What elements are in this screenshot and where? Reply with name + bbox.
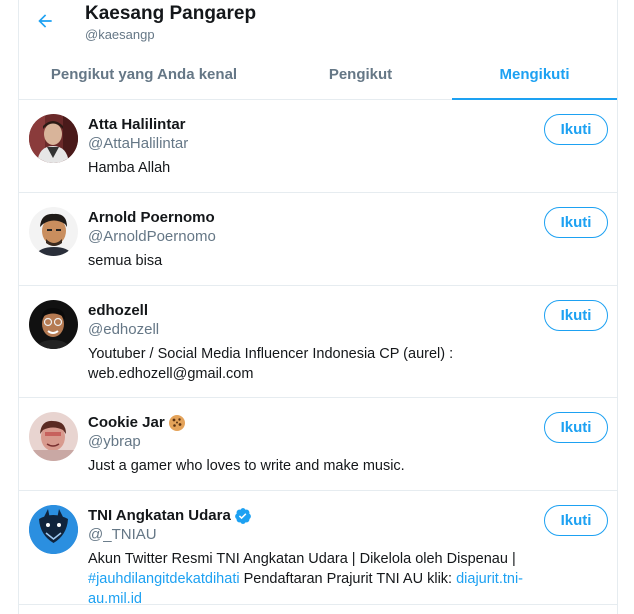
user-name[interactable]: Atta Halilintar	[88, 115, 186, 134]
follow-button[interactable]: Ikuti	[544, 412, 608, 443]
user-handle[interactable]: @_TNIAU	[88, 525, 537, 544]
user-handle[interactable]: @ArnoldPoernomo	[88, 227, 537, 246]
user-handle[interactable]: @edhozell	[88, 320, 537, 339]
avatar[interactable]	[29, 114, 78, 163]
avatar[interactable]	[29, 412, 78, 461]
user-name[interactable]: edhozell	[88, 301, 148, 320]
tab-bar: Pengikut yang Anda kenal Pengikut Mengik…	[19, 50, 617, 100]
back-button[interactable]	[29, 5, 61, 37]
follow-button[interactable]: Ikuti	[544, 114, 608, 145]
user-name[interactable]: Arnold Poernomo	[88, 208, 215, 227]
user-cell[interactable]: Cookie Jar @ybrap Just a gamer who loves…	[19, 398, 617, 491]
arrow-left-icon	[38, 14, 52, 28]
follow-button[interactable]: Ikuti	[544, 300, 608, 331]
user-bio: Hamba Allah	[88, 160, 171, 176]
user-cell[interactable]: Atta Halilintar @AttaHalilintar Hamba Al…	[19, 100, 617, 193]
bio-text: Akun Twitter Resmi TNI Angkatan Udara | …	[88, 551, 516, 567]
bio-text: Pendaftaran Prajurit TNI AU klik:	[239, 571, 457, 587]
cookie-icon	[168, 414, 185, 431]
user-handle[interactable]: @ybrap	[88, 432, 537, 451]
verified-badge-icon	[234, 507, 251, 524]
tab-following[interactable]: Mengikuti	[452, 50, 617, 100]
user-name[interactable]: Cookie Jar	[88, 413, 165, 432]
user-name[interactable]: TNI Angkatan Udara	[88, 506, 231, 525]
user-handle[interactable]: @AttaHalilintar	[88, 134, 537, 153]
following-page: Kaesang Pangarep @kaesangp Pengikut yang…	[18, 0, 618, 614]
tab-followers[interactable]: Pengikut	[269, 50, 452, 99]
page-header: Kaesang Pangarep @kaesangp	[19, 0, 617, 50]
tab-followers-you-know[interactable]: Pengikut yang Anda kenal	[19, 50, 269, 99]
hashtag-link[interactable]: #jauhdilangitdekatdihati	[88, 571, 240, 587]
user-bio: Akun Twitter Resmi TNI Angkatan Udara | …	[88, 549, 537, 609]
avatar[interactable]	[29, 505, 78, 554]
user-cell[interactable]: TNI Angkatan Udara @_TNIAU Akun Twitter …	[19, 491, 617, 607]
user-bio: semua bisa	[88, 253, 163, 269]
user-cell[interactable]: edhozell @edhozell Youtuber / Social Med…	[19, 286, 617, 398]
avatar[interactable]	[29, 300, 78, 349]
avatar[interactable]	[29, 207, 78, 256]
follow-button[interactable]: Ikuti	[544, 505, 608, 536]
profile-name: Kaesang Pangarep	[85, 3, 257, 24]
profile-handle: @kaesangp	[85, 27, 155, 42]
user-cell[interactable]: Arnold Poernomo @ArnoldPoernomo semua bi…	[19, 193, 617, 286]
follow-button[interactable]: Ikuti	[544, 207, 608, 238]
user-bio: Youtuber / Social Media Influencer Indon…	[88, 346, 454, 382]
user-list: Atta Halilintar @AttaHalilintar Hamba Al…	[19, 100, 617, 607]
user-bio: Just a gamer who loves to write and make…	[88, 458, 405, 474]
